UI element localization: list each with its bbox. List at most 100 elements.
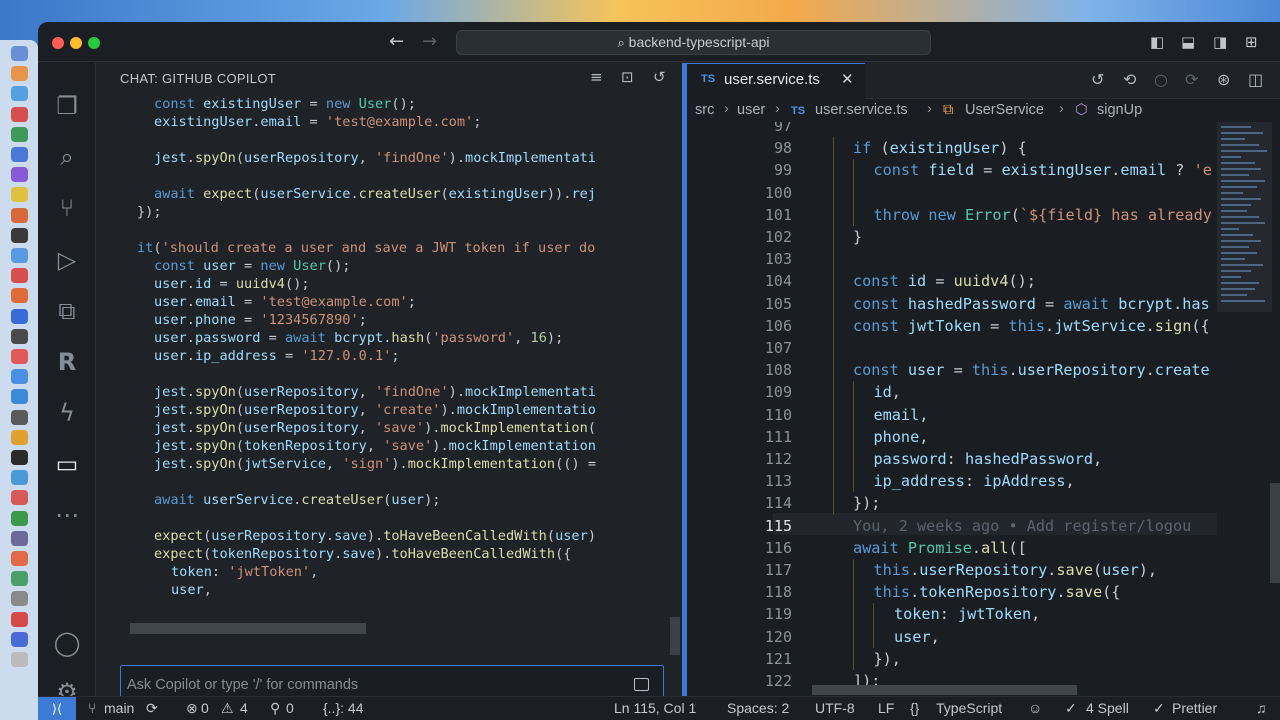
sync-icon[interactable]: ⟳ [146,700,158,717]
dock-app-icon[interactable] [11,248,28,263]
dock-app-icon[interactable] [11,66,28,82]
minimap-line [1221,186,1257,188]
line-number: 105 [764,294,792,313]
ports-count[interactable]: 0 [286,700,294,716]
tab-user-service[interactable]: TS user.service.ts ✕ [687,63,865,99]
minimap-line [1221,174,1249,176]
dock-app-icon[interactable] [11,308,28,324]
remote-explorer-icon[interactable]: R [50,345,84,379]
dock-app-icon[interactable] [11,470,28,486]
warning-count[interactable]: 4 [240,700,248,716]
breadcrumb-user[interactable]: user [737,102,765,118]
lightning-icon[interactable]: ϟ [50,396,84,430]
previous-change-icon[interactable]: ○ [1154,70,1168,89]
forward-arrow-icon[interactable]: → [422,32,437,52]
more-icon[interactable]: ⋯ [50,498,84,532]
dock-app-icon[interactable] [11,207,28,223]
dock-app-icon[interactable] [11,126,28,142]
dock-app-icon[interactable] [11,409,28,425]
minimize-window-button[interactable] [70,37,82,49]
toggle-secondary-sidebar-icon[interactable]: ◨ [1213,32,1227,52]
close-tab-icon[interactable]: ✕ [841,70,854,88]
run-debug-icon[interactable]: ▷ [50,243,84,277]
breadcrumb-class[interactable]: UserService [965,102,1044,118]
search-icon[interactable]: ⌕ [50,140,84,174]
bracket-pairs[interactable]: {..}: 44 [323,700,363,716]
chat-icon[interactable]: ▭ [50,447,84,481]
dock-app-icon[interactable] [11,349,28,364]
back-arrow-icon[interactable]: ← [389,32,404,52]
remote-indicator-icon[interactable]: ⟩⟨ [38,697,76,720]
open-changes-icon[interactable]: ⊛ [1217,70,1230,89]
toggle-primary-sidebar-icon[interactable]: ◧ [1150,32,1164,52]
dock-app-icon[interactable] [11,328,28,344]
minimap-line [1221,288,1255,290]
next-change-icon[interactable]: ⟳ [1185,70,1198,89]
notifications-bell-icon[interactable]: ♫ [1256,700,1267,716]
minimap-line [1221,276,1241,278]
accounts-icon[interactable]: ◯ [50,626,84,660]
language-mode[interactable]: TypeScript [936,700,1002,716]
new-chat-icon[interactable]: ⊡ [621,68,634,86]
dock-app-icon[interactable] [11,227,28,243]
history-icon[interactable]: ↺ [653,68,666,86]
minimap-line [1221,228,1239,230]
extensions-icon[interactable]: ⧉ [50,294,84,328]
zoom-window-button[interactable] [88,37,100,49]
breadcrumb-src[interactable]: src [695,102,714,118]
dock-app-icon[interactable] [11,46,28,61]
error-count[interactable]: 0 [201,700,209,716]
dock-app-icon[interactable] [11,86,28,102]
cursor-position[interactable]: Ln 115, Col 1 [614,700,696,716]
dock-app-icon[interactable] [11,631,28,647]
check-icon: ✓ [1153,700,1165,716]
editor-vertical-scrollbar[interactable] [1270,483,1280,583]
code-editor[interactable]: 97 98 if (existingUser) {99 const field = e… [687,122,1217,696]
dock-app-icon[interactable] [11,652,28,667]
dock-app-icon[interactable] [11,106,28,122]
minimap[interactable] [1217,122,1280,696]
spell-status[interactable]: 4 Spell [1086,700,1129,716]
customize-layout-icon[interactable]: ⊞ [1245,32,1258,52]
command-center[interactable]: ⌕ backend-typescript-api [456,30,931,55]
breadcrumb-file[interactable]: user.service.ts [815,102,908,118]
indentation[interactable]: Spaces: 2 [727,700,789,716]
copilot-icon[interactable]: ☺ [1028,700,1042,716]
breadcrumb-method[interactable]: signUp [1097,102,1142,118]
chat-vertical-scrollbar[interactable] [670,617,680,655]
dock-app-icon[interactable] [11,611,28,627]
prettier-status[interactable]: Prettier [1172,700,1217,716]
split-editor-icon[interactable]: ◫ [1248,70,1263,89]
dock-app-icon[interactable] [11,369,28,385]
dock-app-icon[interactable] [11,288,28,304]
explorer-icon[interactable]: ❐ [50,89,84,123]
dock-app-icon[interactable] [11,551,28,566]
send-icon[interactable] [634,678,649,691]
dock-app-icon[interactable] [11,530,28,546]
dock-app-icon[interactable] [11,147,28,162]
timeline-icon[interactable]: ↺ [1091,70,1104,89]
chat-code-line: jest.spyOn(userRepository, 'findOne').mo… [154,384,596,400]
chat-horizontal-scrollbar[interactable] [130,623,366,634]
vscode-window: ← → ⌕ backend-typescript-api ◧ ⬓ ◨ ⊞ ❐ ⌕… [38,22,1280,720]
dock-app-icon[interactable] [11,571,28,587]
end-of-line[interactable]: LF [878,700,894,716]
dock-app-icon[interactable] [11,268,28,284]
dock-app-icon[interactable] [11,167,28,183]
toggle-panel-icon[interactable]: ⬓ [1181,32,1195,52]
source-control-icon[interactable]: ⑂ [50,191,84,225]
chat-input-field[interactable] [127,674,607,696]
close-window-button[interactable] [52,37,64,49]
dock-app-icon[interactable] [11,591,28,607]
clear-chat-icon[interactable]: ≡ [590,68,603,86]
dock-app-icon[interactable] [11,510,28,526]
dock-app-icon[interactable] [11,389,28,405]
branch-name[interactable]: main [104,700,134,716]
dock-app-icon[interactable] [11,429,28,445]
dock-app-icon[interactable] [11,450,28,465]
go-back-change-icon[interactable]: ⟲ [1123,70,1136,89]
dock-app-icon[interactable] [11,490,28,506]
editor-horizontal-scrollbar[interactable] [812,685,1077,695]
dock-app-icon[interactable] [11,187,28,203]
encoding[interactable]: UTF-8 [815,700,855,716]
